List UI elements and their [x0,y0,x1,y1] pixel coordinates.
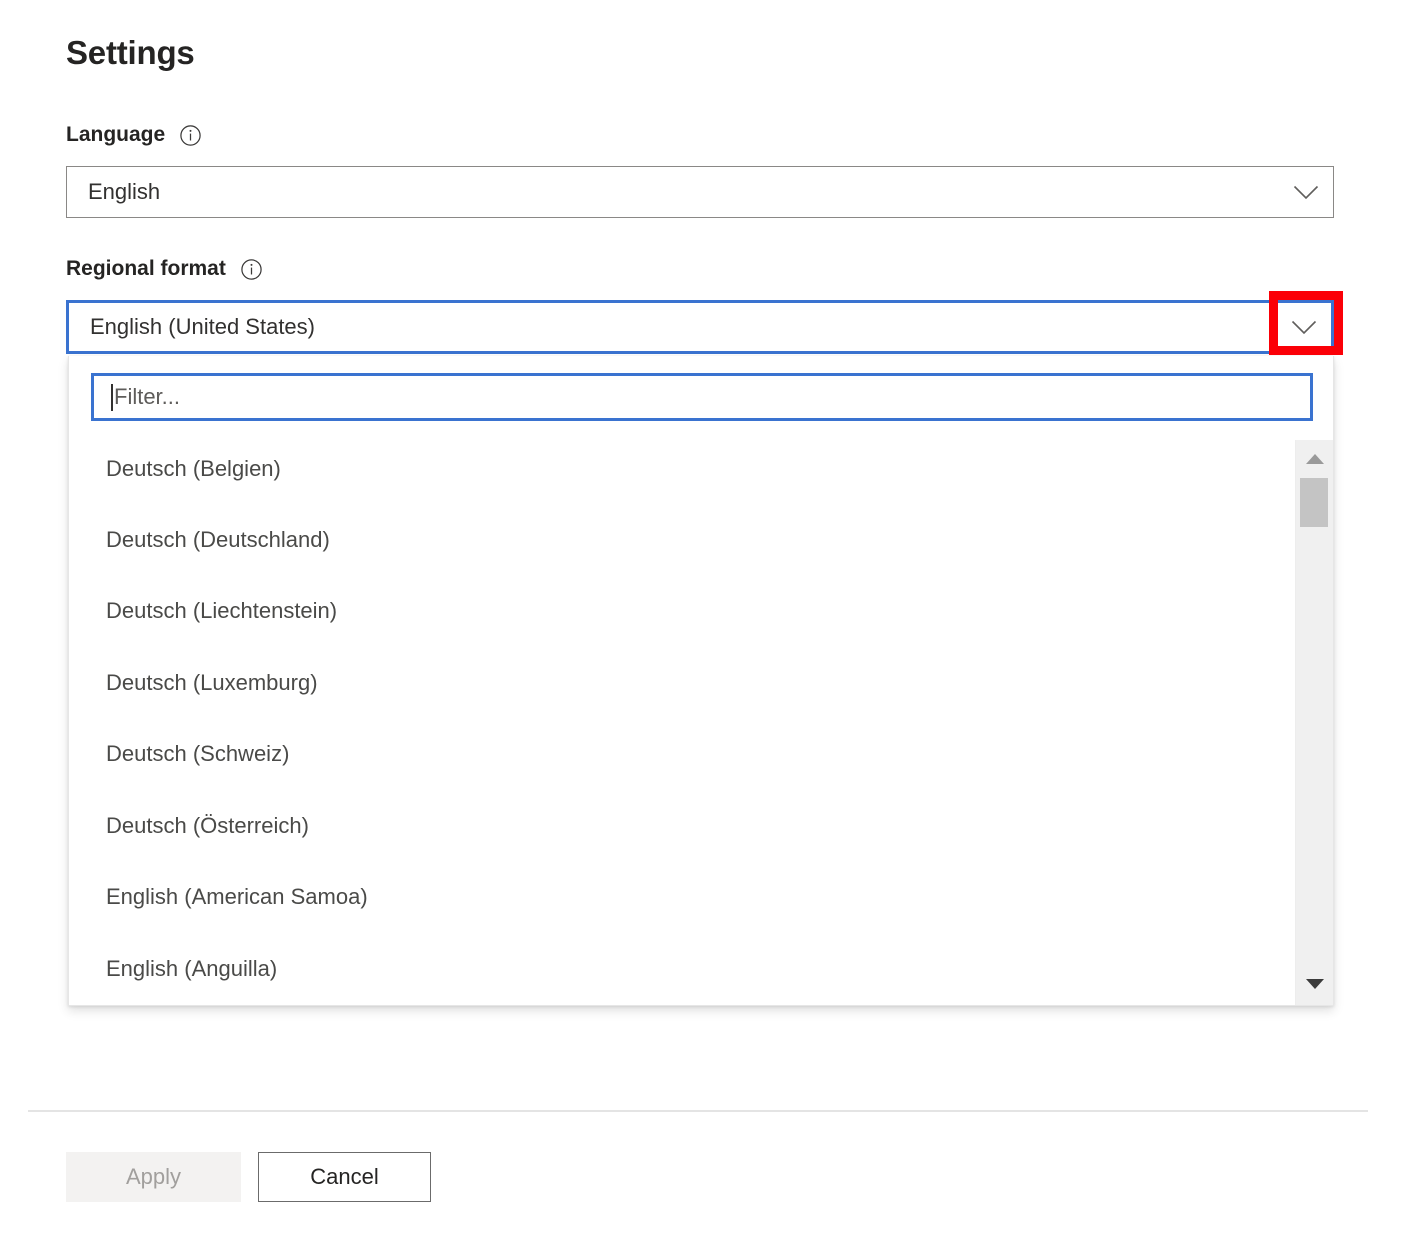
footer-divider [28,1110,1368,1112]
regional-format-dropdown-panel: Filter... Deutsch (Belgien) Deutsch (Deu… [68,356,1334,1006]
list-item[interactable]: Deutsch (Belgien) [87,446,1303,492]
regional-format-label-row: Regional format [66,257,263,281]
list-item[interactable]: Deutsch (Österreich) [87,803,1303,849]
regional-format-combobox[interactable]: English (United States) [66,300,1334,354]
list-item[interactable]: Deutsch (Luxemburg) [87,660,1303,706]
chevron-down-icon[interactable] [1279,167,1333,217]
cancel-button[interactable]: Cancel [258,1152,431,1202]
regional-format-option-list: Deutsch (Belgien) Deutsch (Deutschland) … [69,440,1333,1005]
chevron-down-icon[interactable] [1277,303,1331,351]
list-item-label: Deutsch (Deutschland) [106,527,330,553]
regional-format-combobox-value: English (United States) [69,314,1277,340]
list-item-label: English (Anguilla) [106,956,277,982]
language-combobox-value: English [67,179,1279,205]
language-label-row: Language [66,123,202,147]
scrollbar-thumb[interactable] [1300,478,1328,527]
info-circle-icon[interactable] [240,258,263,281]
list-item[interactable]: English (American Samoa) [87,874,1303,920]
list-item-label: English (American Samoa) [106,884,368,910]
regional-format-label: Regional format [66,257,226,281]
page-title: Settings [66,34,195,72]
list-item-label: Deutsch (Liechtenstein) [106,598,337,624]
apply-button[interactable]: Apply [66,1152,241,1202]
list-item[interactable]: Deutsch (Liechtenstein) [87,588,1303,634]
dropdown-scrollbar[interactable] [1295,440,1333,1005]
list-item-label: Deutsch (Luxemburg) [106,670,318,696]
language-combobox[interactable]: English [66,166,1334,218]
filter-input-placeholder: Filter... [114,384,180,410]
list-item[interactable]: English (Anguilla) [87,946,1303,992]
scroll-down-arrow-icon[interactable] [1296,969,1333,999]
list-item-label: Deutsch (Österreich) [106,813,309,839]
list-item[interactable]: Deutsch (Deutschland) [87,517,1303,563]
filter-input[interactable]: Filter... [91,373,1313,421]
list-item-label: Deutsch (Belgien) [106,456,281,482]
info-circle-icon[interactable] [179,124,202,147]
text-cursor [111,384,113,411]
list-item[interactable]: Deutsch (Schweiz) [87,731,1303,777]
language-label: Language [66,123,165,147]
scroll-up-arrow-icon[interactable] [1296,444,1333,474]
list-item-label: Deutsch (Schweiz) [106,741,289,767]
